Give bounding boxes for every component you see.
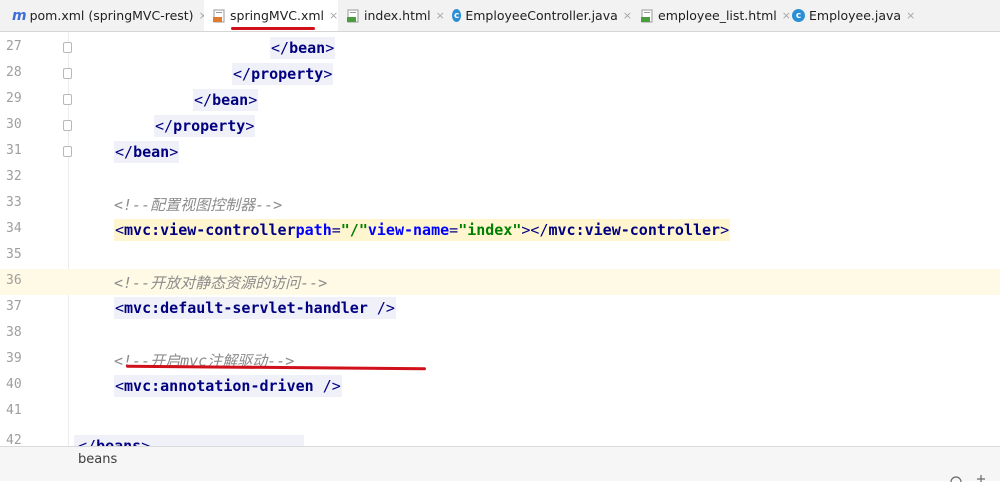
xml-file-icon xyxy=(212,9,226,23)
line-number: 38 xyxy=(6,325,22,340)
line-number: 27 xyxy=(6,39,22,54)
code-text: </beans > xyxy=(74,435,305,446)
xml-comment: <!--配置视图控制器--> xyxy=(114,195,283,214)
tab-index-html[interactable]: index.html × xyxy=(340,0,445,31)
maven-m-icon: m xyxy=(12,7,27,24)
xml-tag: </beans > xyxy=(74,435,305,446)
tab-pom-xml[interactable]: m pom.xml (springMVC-rest) × xyxy=(4,0,208,31)
line-number: 35 xyxy=(6,247,22,262)
status-icons xyxy=(950,471,986,485)
code-line: 42 </beans > xyxy=(0,429,1000,446)
fold-marker-icon[interactable] xyxy=(63,94,72,105)
line-number: 32 xyxy=(6,169,22,184)
tab-employee-list-html[interactable]: employee_list.html × xyxy=(634,0,791,31)
java-class-icon: c xyxy=(792,9,805,22)
breadcrumb[interactable]: beans xyxy=(78,452,117,467)
code-line: 35 xyxy=(0,243,1000,269)
editor-tab-bar: m pom.xml (springMVC-rest) × springMVC.x… xyxy=(0,0,1000,32)
line-number: 28 xyxy=(6,65,22,80)
close-icon[interactable]: × xyxy=(906,9,915,22)
code-line: 37 < mvc:default-servlet-handler /> xyxy=(0,295,1000,321)
code-line: 31 </bean > xyxy=(0,139,1000,165)
code-text: < mvc:annotation-driven /> xyxy=(114,375,342,397)
code-line: 40 < mvc:annotation-driven /> xyxy=(0,373,1000,399)
line-number: 40 xyxy=(6,377,22,392)
html-file-icon xyxy=(346,9,360,23)
code-line: 33 <!--配置视图控制器--> xyxy=(0,191,1000,217)
inspection-icon[interactable] xyxy=(950,471,962,485)
code-line: 30 </property > xyxy=(0,113,1000,139)
annotation-underline-tab xyxy=(231,27,315,30)
fold-marker-icon[interactable] xyxy=(63,42,72,53)
code-line: 41 xyxy=(0,399,1000,425)
line-number: 29 xyxy=(6,91,22,106)
code-line: 28 </property > xyxy=(0,61,1000,87)
xml-tag: < mvc:annotation-driven /> xyxy=(114,375,342,397)
xml-comment: <!--开放对静态资源的访问--> xyxy=(114,273,328,292)
code-text: </bean > xyxy=(114,141,180,163)
code-text: </property > xyxy=(232,63,334,85)
line-number: 37 xyxy=(6,299,22,314)
tab-label: springMVC.xml xyxy=(230,8,325,23)
code-line: 34 < mvc:view-controller path = "/" view-na… xyxy=(0,217,1000,243)
fold-marker-icon[interactable] xyxy=(63,146,72,157)
xml-tag: </property > xyxy=(154,115,256,137)
tab-label: Employee.java xyxy=(809,8,902,23)
java-class-icon: c xyxy=(452,9,462,22)
line-number: 36 xyxy=(6,273,22,288)
tab-label: EmployeeController.java xyxy=(465,8,618,23)
tab-employee-java[interactable]: c Employee.java × xyxy=(786,0,916,31)
xml-tag: < mvc:default-servlet-handler /> xyxy=(114,297,396,319)
xml-tag: < mvc:view-controller path = "/" view-name =… xyxy=(114,219,731,241)
tab-label: employee_list.html xyxy=(658,8,777,23)
code-line: 38 xyxy=(0,321,1000,347)
fold-marker-icon[interactable] xyxy=(63,120,72,131)
xml-tag: </bean > xyxy=(193,89,259,111)
code-text: </bean > xyxy=(270,37,336,59)
xml-tag: </bean > xyxy=(270,37,336,59)
line-number: 34 xyxy=(6,221,22,236)
line-number: 41 xyxy=(6,403,22,418)
fold-marker-icon[interactable] xyxy=(63,68,72,79)
close-icon[interactable]: × xyxy=(329,9,338,22)
line-number: 39 xyxy=(6,351,22,366)
line-number: 30 xyxy=(6,117,22,132)
tab-label: index.html xyxy=(364,8,431,23)
tab-employee-controller[interactable]: c EmployeeController.java × xyxy=(446,0,632,31)
code-line: 32 xyxy=(0,165,1000,191)
code-line: 29 </bean > xyxy=(0,87,1000,113)
code-line: 27 </bean > xyxy=(0,35,1000,61)
xml-tag: </bean > xyxy=(114,141,180,163)
code-editor[interactable]: 27 </bean > 28 </property > 29 </bean > 30 … xyxy=(0,32,1000,446)
line-number: 31 xyxy=(6,143,22,158)
code-text: </property > xyxy=(154,115,256,137)
code-text: </bean > xyxy=(193,89,259,111)
line-number: 42 xyxy=(6,433,22,446)
breadcrumb-bar: beans xyxy=(0,446,1000,485)
code-text: < mvc:view-controller path = "/" view-name =… xyxy=(114,219,731,241)
close-icon[interactable]: × xyxy=(623,9,632,22)
code-text: < mvc:default-servlet-handler /> xyxy=(114,297,396,319)
code-line-current: 36 <!--开放对静态资源的访问--> xyxy=(0,269,1000,295)
tab-label: pom.xml (springMVC-rest) xyxy=(29,8,194,23)
close-icon[interactable]: × xyxy=(436,9,445,22)
code-line: 39 <!--开启mvc注解驱动--> xyxy=(0,347,1000,373)
xml-tag: </property > xyxy=(232,63,334,85)
line-number: 33 xyxy=(6,195,22,210)
add-icon[interactable] xyxy=(976,471,986,485)
html-file-icon xyxy=(640,9,654,23)
